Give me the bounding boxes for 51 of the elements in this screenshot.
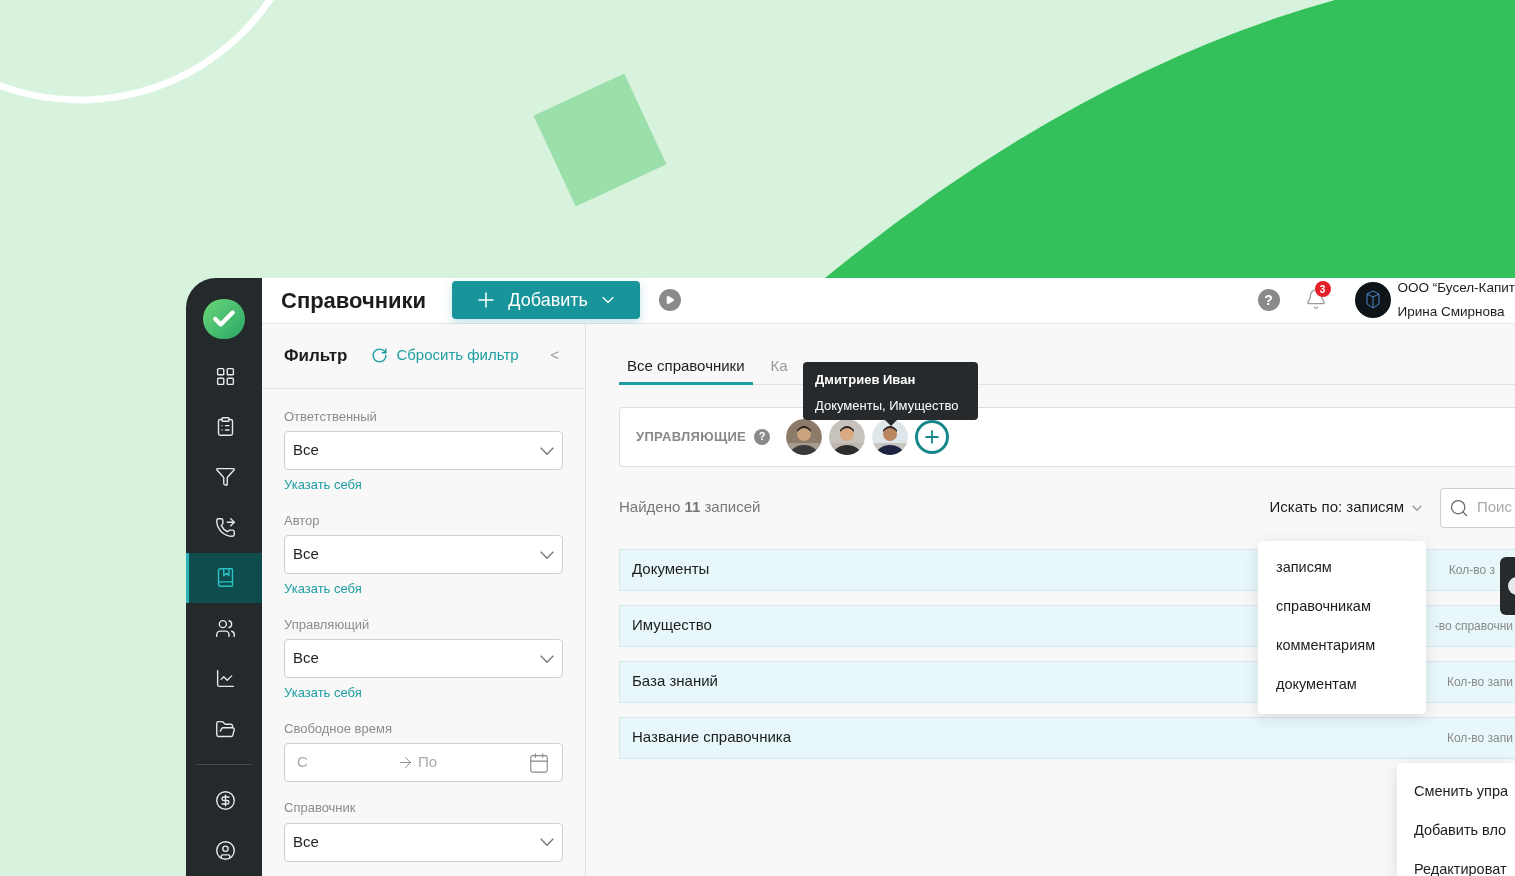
field-label: Ответственный xyxy=(284,407,378,426)
tooltip-text: Документы, Имущество xyxy=(815,396,960,415)
dropdown-item[interactable]: документам xyxy=(1276,674,1426,694)
book-icon xyxy=(215,567,236,589)
caret-icon xyxy=(540,654,554,663)
add-button[interactable]: Добавить xyxy=(452,281,641,320)
select-field[interactable]: Все xyxy=(284,431,563,470)
chart-icon xyxy=(215,668,236,690)
dropdown-item[interactable]: записям xyxy=(1276,557,1426,577)
page-title: Справочники xyxy=(281,286,427,315)
grid-icon xyxy=(215,365,236,387)
record-count: -во справочни xyxy=(1434,617,1514,635)
caret-icon xyxy=(1412,504,1422,511)
found-count: Найдено 11 записей xyxy=(619,497,761,518)
folder-icon xyxy=(215,718,236,740)
clipboard-icon xyxy=(215,416,236,438)
record-count: Кол-во запи xyxy=(1446,673,1514,691)
search-icon xyxy=(1449,497,1469,518)
field-label: Свободное время xyxy=(284,719,393,738)
menu-item[interactable]: Сменить упра xyxy=(1414,781,1515,802)
record-count: Кол-во запи xyxy=(1446,729,1514,747)
managers-label: УПРАВЛЯЮЩИЕ xyxy=(636,427,747,446)
select-field[interactable]: Все xyxy=(284,822,563,862)
caret-icon xyxy=(540,838,554,846)
record-count: Кол-во з xyxy=(1448,561,1496,579)
select-field[interactable]: Все xyxy=(284,639,563,678)
field-label: Автор xyxy=(284,511,321,530)
people-icon xyxy=(215,617,236,639)
directory-row[interactable]: Название справочника Кол-во запи xyxy=(619,716,1515,759)
calendar-icon xyxy=(528,751,550,774)
refresh-icon xyxy=(371,347,389,364)
caret-icon xyxy=(540,446,554,455)
play-icon[interactable] xyxy=(659,289,682,312)
company-name: ООО “Бусел-Капит xyxy=(1397,279,1515,297)
phone-icon xyxy=(215,516,236,538)
field-label: Справочник xyxy=(284,799,357,817)
select-field[interactable]: Все xyxy=(284,535,563,574)
dollar-icon xyxy=(215,789,236,811)
filter-title: Фильтр xyxy=(284,344,348,367)
menu-item[interactable]: Добавить вло xyxy=(1414,820,1515,841)
caret-icon xyxy=(540,550,554,559)
user-icon xyxy=(215,840,236,862)
tab[interactable]: Все справочники xyxy=(619,350,753,385)
tooltip-title: Дмитриев Иван xyxy=(815,371,917,389)
logo-icon xyxy=(203,299,245,339)
field-label: Управляющий xyxy=(284,615,371,634)
search-by-dropdown[interactable]: Искать по: записям xyxy=(1269,496,1422,519)
company-logo-icon[interactable] xyxy=(1354,282,1391,319)
funnel-icon xyxy=(215,466,236,488)
user-name: Ирина Смирнова xyxy=(1397,303,1506,322)
notification-badge: 3 xyxy=(1314,281,1331,298)
